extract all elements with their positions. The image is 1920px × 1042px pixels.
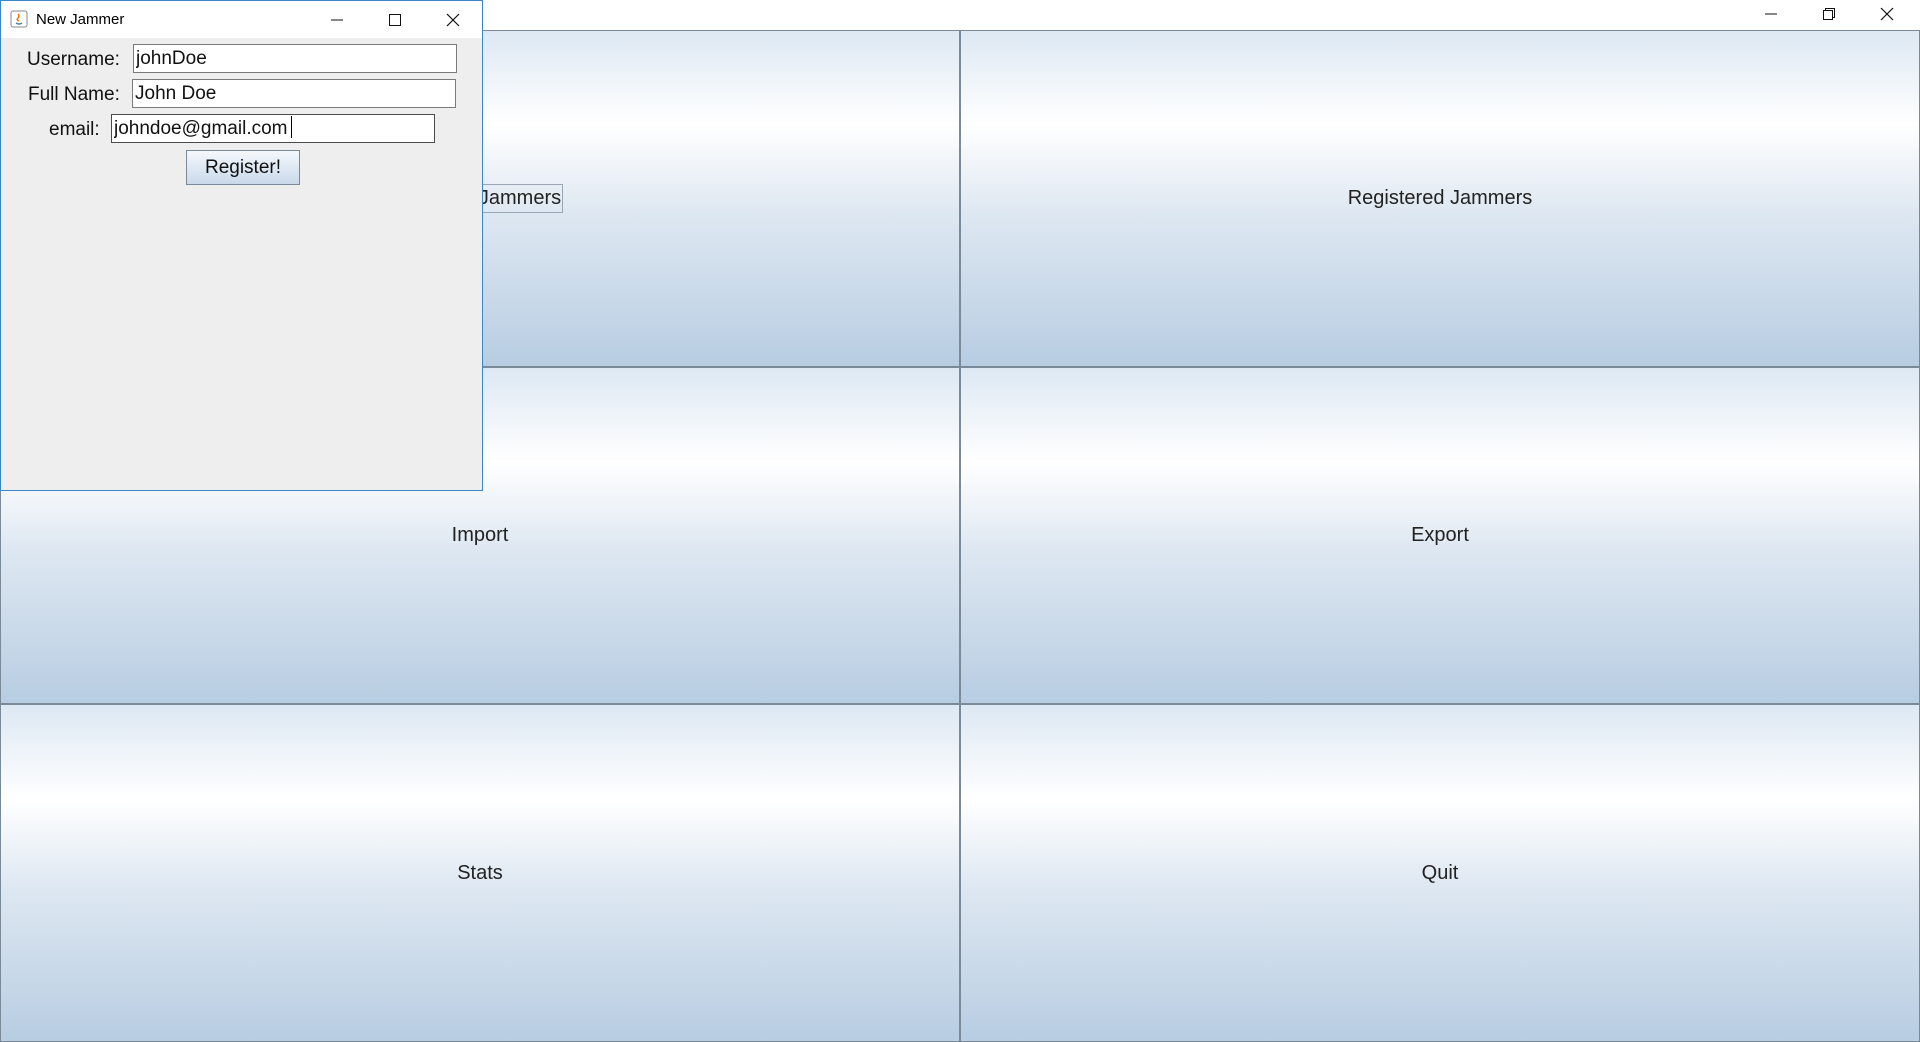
new-jammer-dialog: New Jammer Username: Full Name: email: R…	[0, 0, 483, 491]
dialog-close-button[interactable]	[425, 1, 481, 38]
quit-button[interactable]: Quit	[960, 704, 1920, 1042]
close-icon	[446, 13, 460, 26]
maximize-icon	[389, 13, 401, 26]
dialog-maximize-button[interactable]	[367, 1, 423, 38]
text-caret	[291, 116, 292, 138]
export-label: Export	[1411, 524, 1469, 546]
close-icon	[1880, 7, 1894, 21]
dialog-minimize-button[interactable]	[309, 1, 365, 38]
quit-label: Quit	[1421, 861, 1459, 884]
java-app-icon	[10, 10, 28, 28]
stats-button[interactable]: Stats	[0, 704, 960, 1042]
register-submit-button[interactable]: Register!	[186, 150, 300, 185]
dialog-titlebar[interactable]: New Jammer	[1, 1, 482, 38]
minimize-icon	[331, 19, 343, 20]
email-label: email:	[49, 119, 100, 140]
export-button[interactable]: Export	[960, 367, 1920, 704]
main-close-button[interactable]	[1858, 0, 1916, 28]
restore-icon	[1823, 8, 1835, 20]
registered-jammers-label: Registered Jammers	[1347, 187, 1533, 209]
main-restore-button[interactable]	[1800, 0, 1858, 28]
email-input[interactable]	[111, 114, 435, 143]
stats-label: Stats	[457, 861, 503, 884]
minimize-icon	[1765, 13, 1777, 15]
username-label: Username:	[27, 49, 120, 70]
import-label: Import	[451, 524, 509, 546]
full-name-label: Full Name:	[28, 84, 120, 105]
main-minimize-button[interactable]	[1742, 0, 1800, 28]
registered-jammers-button[interactable]: Registered Jammers	[960, 30, 1920, 367]
username-input[interactable]	[133, 44, 457, 73]
full-name-input[interactable]	[132, 79, 456, 108]
dialog-title: New Jammer	[36, 11, 125, 28]
